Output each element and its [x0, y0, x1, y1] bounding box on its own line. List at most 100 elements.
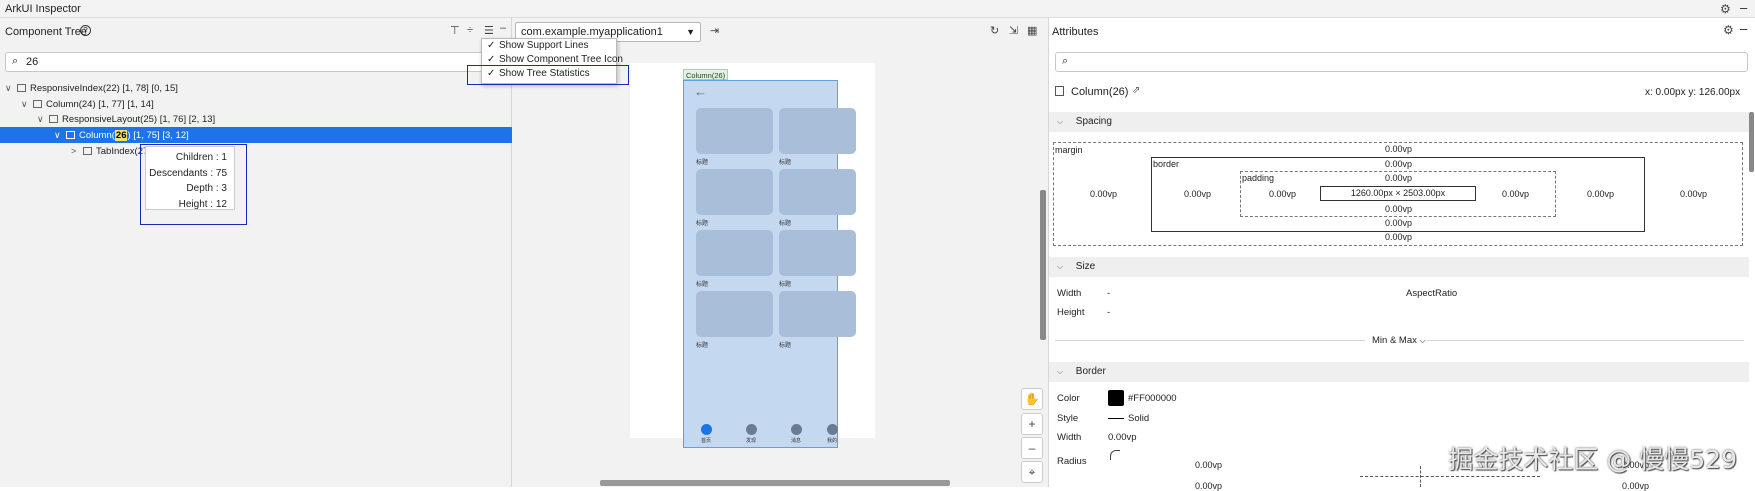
margin-label: margin — [1055, 145, 1083, 155]
preview-card[interactable] — [779, 169, 856, 215]
card-caption: 标题 — [779, 160, 792, 166]
radius-value[interactable]: 0.00vp — [1195, 460, 1222, 470]
preview-card[interactable] — [696, 108, 773, 154]
card-caption: 标题 — [696, 160, 709, 166]
aspect-ratio-label: AspectRatio — [1406, 288, 1458, 299]
card-caption: 标题 — [696, 343, 709, 349]
border-style-value[interactable]: Solid — [1128, 413, 1149, 424]
minimize-panel-icon[interactable]: – — [1740, 21, 1747, 36]
chevron-down-icon[interactable]: ∨ — [37, 111, 47, 127]
border-color-value[interactable]: #FF000000 — [1128, 393, 1177, 404]
title-bar: ArkUI Inspector ⚙ – — [0, 0, 1755, 18]
menu-item-support-lines[interactable]: ✓ Show Support Lines — [482, 39, 616, 53]
margin-right-value[interactable]: 0.00vp — [1680, 189, 1707, 199]
tree-node-responsive-layout[interactable]: ∨ ResponsiveLayout(25) [1, 76] [2, 13] — [37, 111, 215, 127]
border-style-label: Style — [1057, 413, 1079, 424]
min-max-toggle[interactable]: Min & Max ⌵ — [1372, 335, 1426, 346]
screenshot-export-icon[interactable]: ⇲ — [1009, 24, 1018, 37]
tab-label: 首页 — [701, 438, 712, 444]
chevron-down-icon[interactable]: ∨ — [21, 96, 31, 112]
tree-node-responsive-index[interactable]: ∨ ResponsiveIndex(22) [1, 78] [0, 15] — [5, 80, 178, 96]
export-icon[interactable]: ⇥ — [710, 24, 719, 37]
card-caption: 标题 — [779, 282, 792, 288]
link-icon[interactable]: ⇗ — [1132, 85, 1140, 96]
zoom-in-icon[interactable]: + — [1021, 413, 1043, 435]
preview-card[interactable] — [779, 291, 856, 337]
padding-top-value[interactable]: 0.00vp — [1385, 173, 1412, 183]
refresh-icon[interactable]: ↻ — [990, 24, 999, 37]
tree-node-column-24[interactable]: ∨ Column(24) [1, 77] [1, 14] — [21, 96, 154, 112]
border-bottom-value[interactable]: 0.00vp — [1385, 218, 1412, 228]
minimize-panel-icon[interactable]: – — [500, 22, 506, 34]
padding-bottom-value[interactable]: 0.00vp — [1385, 204, 1412, 214]
border-top-value[interactable]: 0.00vp — [1385, 159, 1412, 169]
size-width-value[interactable]: - — [1107, 288, 1110, 299]
section-size-header[interactable]: ⌵ Size — [1049, 257, 1749, 277]
locate-icon[interactable]: ⌖ — [1021, 461, 1043, 483]
divider — [1055, 340, 1365, 341]
preview-card[interactable] — [696, 169, 773, 215]
preview-horizontal-scrollbar[interactable] — [600, 480, 950, 486]
tree-node-label: Column(24) [1, 77] [1, 14] — [46, 99, 154, 110]
zoom-out-icon[interactable]: – — [1021, 437, 1043, 459]
border-right-value[interactable]: 0.00vp — [1587, 189, 1614, 199]
card-caption: 标题 — [779, 343, 792, 349]
tree-node-column-26-selected[interactable]: ∨ Column(26) [1, 75] [3, 12] — [0, 127, 512, 143]
padding-right-value[interactable]: 0.00vp — [1502, 189, 1529, 199]
radius-value[interactable]: 0.00vp — [1622, 481, 1649, 491]
section-title: Size — [1075, 261, 1096, 272]
padding-left-value[interactable]: 0.00vp — [1269, 189, 1296, 199]
border-color-swatch[interactable] — [1108, 390, 1124, 406]
chevron-right-icon[interactable]: > — [71, 143, 81, 159]
radius-guide-line — [1360, 476, 1540, 477]
section-border-header[interactable]: ⌵ Border — [1049, 362, 1749, 382]
search-icon: ⌕ — [1062, 55, 1069, 67]
preview-card[interactable] — [696, 230, 773, 276]
collapse-all-icon[interactable]: ÷ — [467, 24, 473, 36]
expand-all-icon[interactable]: ⊤ — [450, 24, 460, 37]
card-caption: 标题 — [779, 221, 792, 227]
tab-mine-icon[interactable] — [827, 424, 838, 435]
tab-discover-icon[interactable] — [746, 424, 757, 435]
chevron-down-icon: ⌵ — [1419, 336, 1426, 345]
gear-icon[interactable]: ⚙ — [1720, 2, 1731, 16]
chevron-down-icon[interactable]: ∨ — [5, 80, 15, 96]
margin-bottom-value[interactable]: 0.00vp — [1385, 232, 1412, 242]
border-width-value[interactable]: 0.00vp — [1108, 432, 1137, 443]
gear-icon[interactable]: ⚙ — [1723, 23, 1734, 37]
minimize-icon[interactable]: – — [1740, 0, 1747, 15]
preview-card[interactable] — [779, 108, 856, 154]
component-tree-title: Component Tree — [5, 26, 87, 38]
attributes-search-input[interactable]: ⌕ — [1055, 52, 1748, 72]
margin-top-value[interactable]: 0.00vp — [1385, 144, 1412, 154]
border-width-label: Width — [1057, 432, 1082, 443]
tree-node-label: ResponsiveIndex(22) [1, 78] [0, 15] — [30, 83, 178, 94]
chevron-down-icon: ⌵ — [1057, 367, 1064, 376]
content-box: 1260.00px × 2503.00px — [1320, 186, 1476, 201]
preview-card[interactable] — [779, 230, 856, 276]
help-icon[interactable]: ? — [80, 25, 91, 36]
preview-vertical-scrollbar[interactable] — [1040, 190, 1046, 340]
radius-value[interactable]: 0.00vp — [1195, 481, 1222, 491]
tree-node-label: Column( — [79, 130, 115, 141]
preview-card[interactable] — [696, 291, 773, 337]
size-height-label: Height — [1057, 307, 1085, 318]
size-height-value[interactable]: - — [1107, 307, 1110, 318]
device-preview[interactable]: ← 标题 标题 标题 标题 标题 标题 标题 标题 首页 发现 消息 我的 — [683, 80, 856, 448]
margin-left-value[interactable]: 0.00vp — [1090, 189, 1117, 199]
back-arrow-icon[interactable]: ← — [694, 84, 707, 99]
column-icon — [1055, 86, 1064, 96]
grid-icon[interactable]: ▦ — [1027, 24, 1037, 37]
list-options-icon[interactable]: ☰ — [484, 24, 494, 37]
section-spacing-header[interactable]: ⌵ Spacing — [1049, 112, 1749, 132]
tree-search-input[interactable]: ⌕ 26 — [5, 52, 505, 72]
divider — [1427, 340, 1744, 341]
column-icon — [66, 131, 75, 139]
chevron-down-icon[interactable]: ∨ — [54, 127, 64, 143]
border-left-value[interactable]: 0.00vp — [1184, 189, 1211, 199]
tab-home-icon[interactable] — [701, 424, 712, 435]
tab-messages-icon[interactable] — [791, 424, 802, 435]
pan-hand-icon[interactable]: ✋ — [1021, 388, 1043, 410]
attributes-scrollbar[interactable] — [1749, 112, 1754, 172]
radius-corner-icon — [1110, 450, 1120, 460]
